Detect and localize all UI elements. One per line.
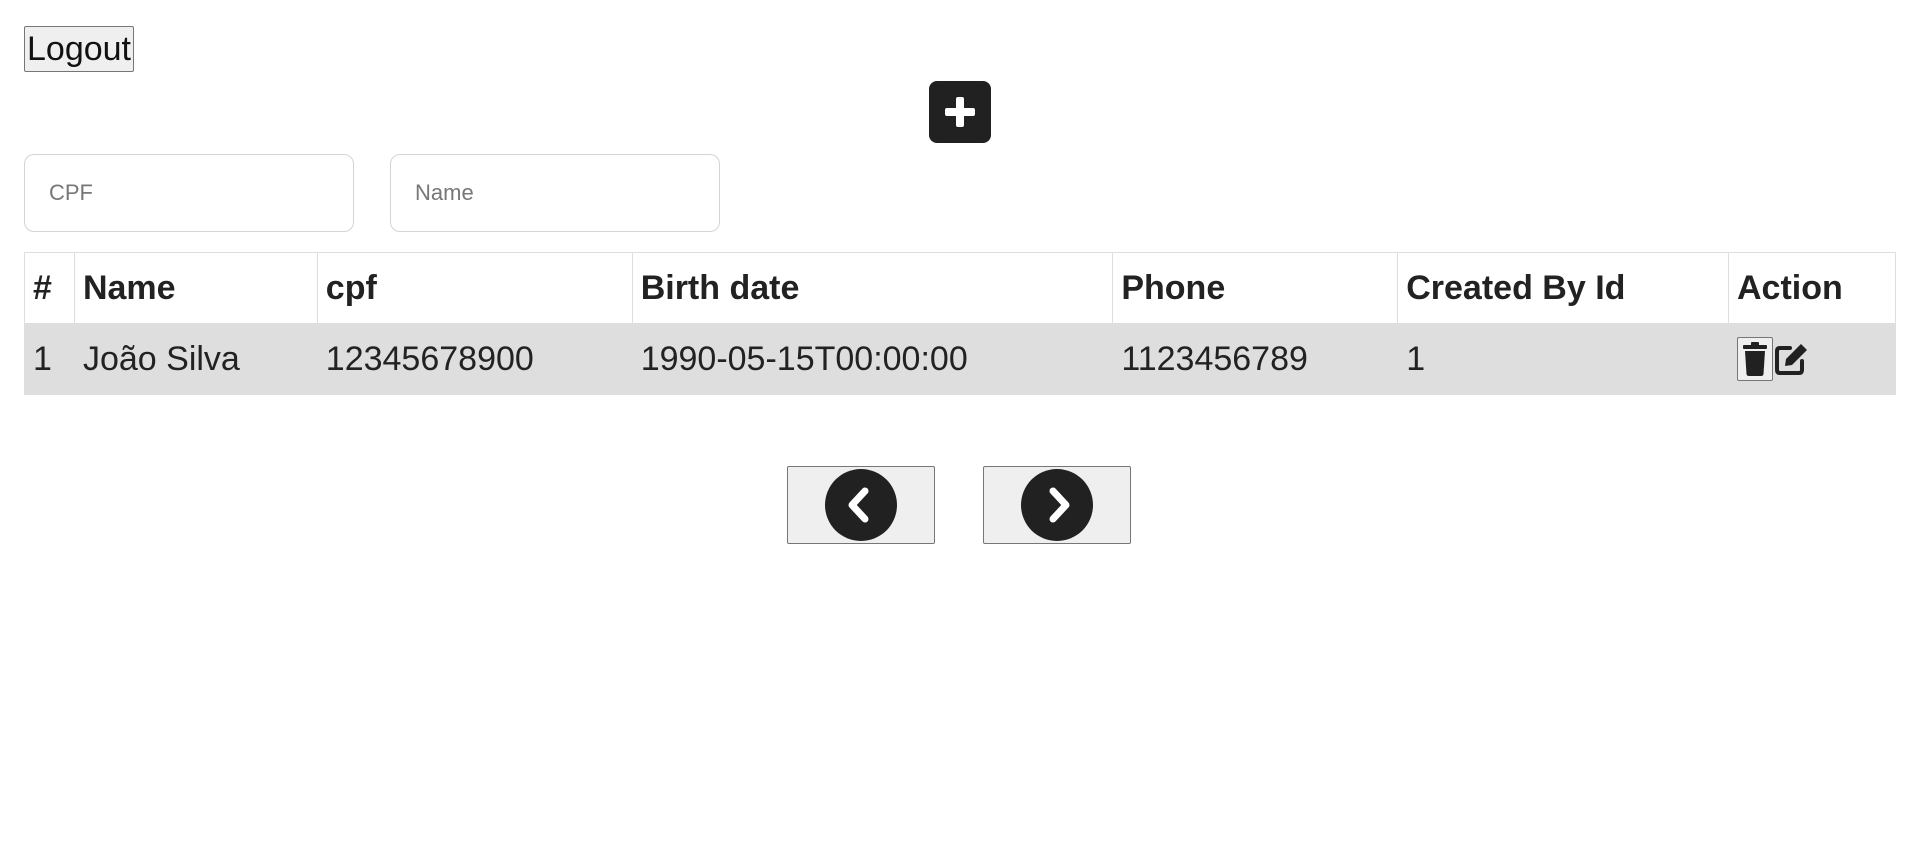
column-header-action: Action: [1728, 252, 1896, 324]
column-header-phone: Phone: [1112, 252, 1399, 324]
column-header-created-by-id: Created By Id: [1397, 252, 1729, 324]
cell-cpf: 12345678900: [316, 323, 633, 395]
trash-icon: [1743, 342, 1767, 376]
name-filter-input[interactable]: [390, 154, 720, 232]
table-row: 1 João Silva 12345678900 1990-05-15T00:0…: [24, 323, 1896, 395]
clients-table: # Name cpf Birth date Phone Created By I…: [24, 252, 1896, 395]
chevron-circle-left-icon: [825, 469, 897, 541]
column-header-name: Name: [73, 252, 318, 324]
cell-created-by-id: 1: [1397, 323, 1729, 395]
edit-button[interactable]: [1773, 337, 1811, 381]
next-page-button[interactable]: [983, 466, 1131, 544]
cell-index: 1: [24, 323, 75, 395]
cpf-filter-input[interactable]: [24, 154, 354, 232]
add-button[interactable]: [929, 81, 991, 143]
chevron-circle-right-icon: [1021, 469, 1093, 541]
plus-icon: [945, 97, 975, 127]
column-header-index: #: [24, 252, 75, 324]
column-header-cpf: cpf: [316, 252, 633, 324]
cell-name: João Silva: [73, 323, 318, 395]
edit-icon: [1775, 344, 1807, 375]
cell-birth-date: 1990-05-15T00:00:00: [631, 323, 1114, 395]
cell-phone: 1123456789: [1112, 323, 1399, 395]
delete-button[interactable]: [1737, 337, 1773, 381]
table-header-row: # Name cpf Birth date Phone Created By I…: [24, 252, 1896, 324]
logout-button[interactable]: Logout: [24, 26, 134, 72]
cell-action: [1728, 323, 1896, 395]
column-header-birth-date: Birth date: [631, 252, 1114, 324]
previous-page-button[interactable]: [787, 466, 935, 544]
